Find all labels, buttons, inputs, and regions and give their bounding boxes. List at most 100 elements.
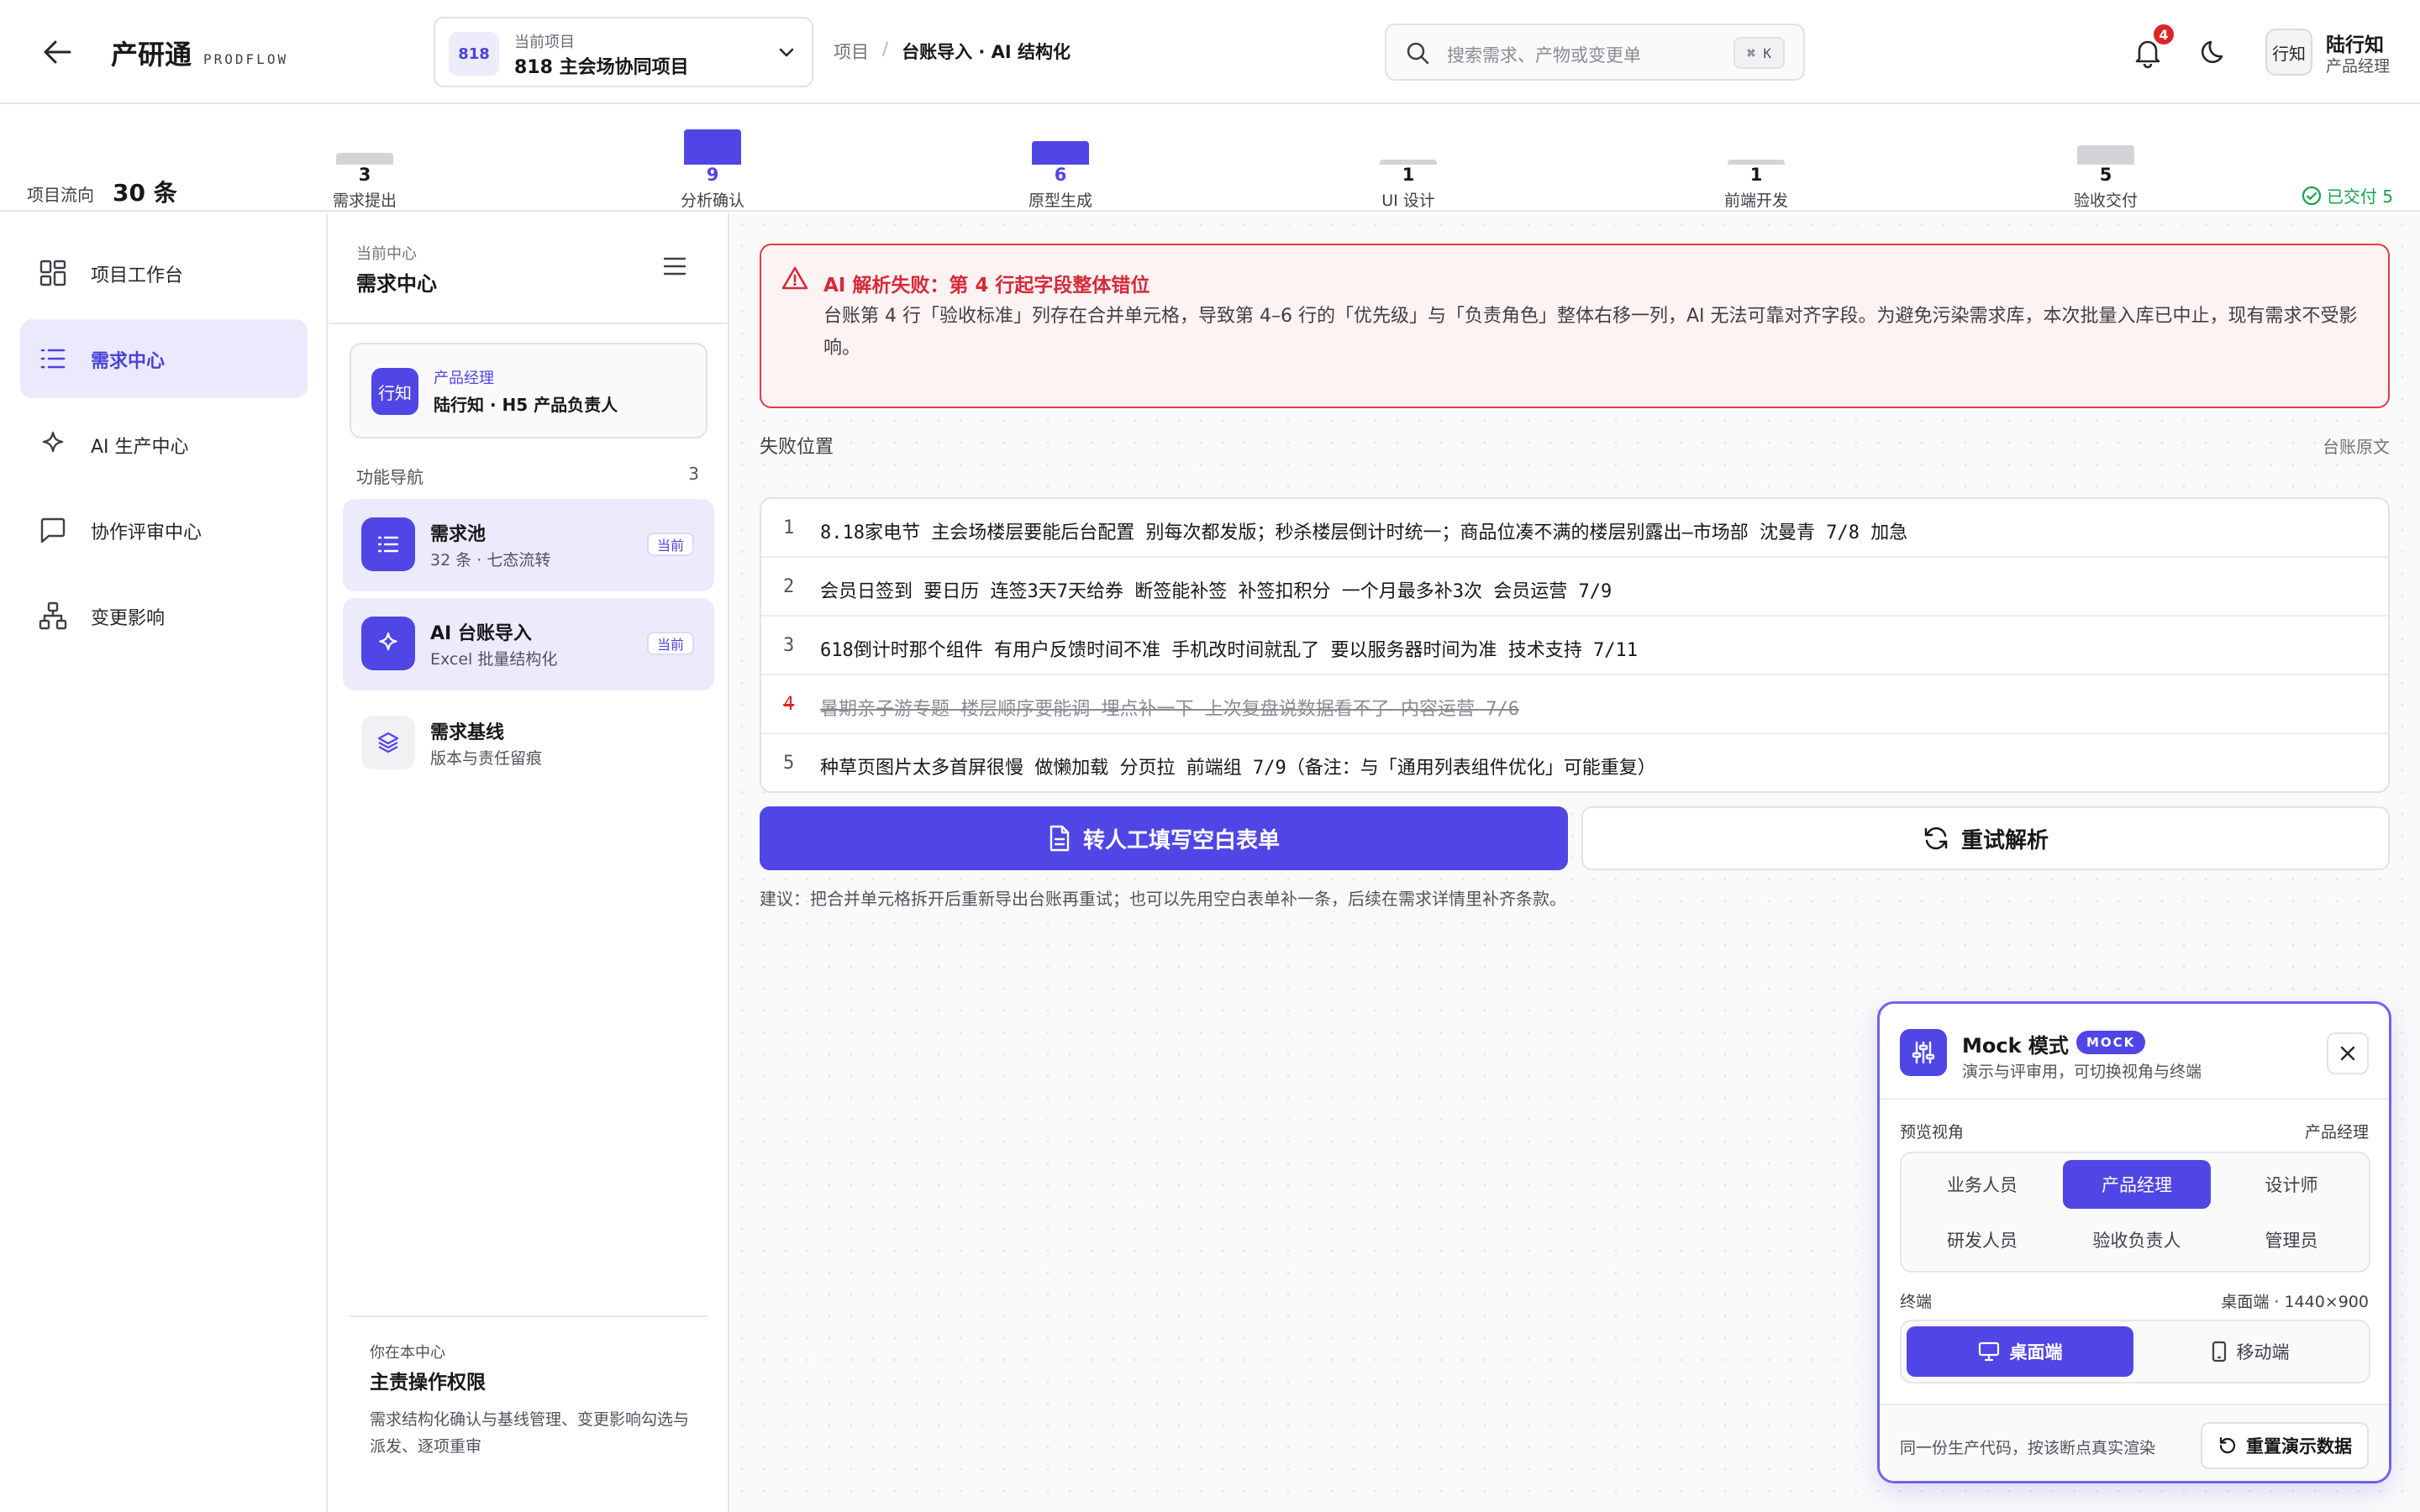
nav-item-change-impact[interactable]: 变更影响	[20, 576, 308, 655]
mock-title: Mock 模式	[1962, 1034, 2069, 1058]
terminal-option-mobile[interactable]: 移动端	[2137, 1326, 2364, 1377]
back-arrow-icon[interactable]	[39, 35, 76, 69]
retry-parse-button[interactable]: 重试解析	[1581, 806, 2390, 870]
flow-stage[interactable]: 1 UI 设计	[1324, 106, 1492, 212]
breadcrumb-separator: /	[882, 39, 889, 59]
terminal-selector: 桌面端 移动端	[1900, 1320, 2370, 1383]
mock-subtitle: 演示与评审用，可切换视角与终端	[1962, 1063, 2202, 1081]
fail-location-label: 失败位置	[760, 437, 834, 458]
manual-fill-label: 转人工填写空白表单	[1082, 827, 1280, 853]
avatar[interactable]: 行知	[2265, 29, 2312, 76]
terminal-option-label: 桌面端	[2009, 1342, 2063, 1362]
nav-item-requirements[interactable]: 需求中心	[20, 319, 308, 398]
flow-stage-label: 需求提出	[332, 192, 397, 210]
sparkle-icon	[361, 617, 415, 670]
row-number: 4	[783, 694, 795, 715]
preview-view-label: 预览视角	[1900, 1123, 1965, 1142]
row-text: 618倒计时那个组件 有用户反馈时间不准 手机改时间就乱了 要以服务器时间为准 …	[820, 640, 1638, 661]
nav-item-review[interactable]: 协作评审中心	[20, 491, 308, 570]
role-selector: 业务人员 产品经理 设计师 研发人员 验收负责人 管理员	[1900, 1152, 2370, 1273]
current-badge: 当前	[646, 533, 694, 556]
moon-icon[interactable]	[2196, 34, 2233, 71]
manual-fill-button[interactable]: 转人工填写空白表单	[760, 806, 1568, 870]
current-center-label: 当前中心	[356, 245, 417, 263]
search-input[interactable]: 搜索需求、产物或变更单	[1447, 42, 1641, 67]
role-option[interactable]: 设计师	[2217, 1160, 2365, 1209]
reset-icon	[2217, 1436, 2238, 1456]
flow-stage[interactable]: 9 分析确认	[629, 106, 797, 212]
hamburger-menu-icon[interactable]	[662, 255, 687, 277]
mock-panel-header: Mock 模式 MOCK 演示与评审用，可切换视角与终端	[1880, 1004, 2389, 1100]
ledger-row: 2 会员日签到 要日历 连签3天7天给券 断签能补签 补签扣积分 一个月最多补3…	[761, 558, 2388, 617]
role-option[interactable]: 研发人员	[1908, 1215, 2056, 1264]
function-item-title: 需求基线	[430, 722, 505, 743]
chevron-down-icon	[776, 42, 797, 62]
function-item-requirement-pool[interactable]: 需求池 32 条 · 七态流转 当前	[343, 499, 714, 591]
close-icon[interactable]	[2327, 1032, 2369, 1074]
row-number: 3	[783, 635, 795, 656]
suggestion-text: 建议：把合并单元格拆开后重新导出台账再重试；也可以先用空白表单补一条，后续在需求…	[760, 889, 1566, 909]
delivered-label: 已交付 5	[2326, 186, 2393, 207]
project-name: 818 主会场协同项目	[514, 57, 689, 78]
brand: 产研通 PRODFLOW	[111, 34, 288, 72]
nav-item-ai-production[interactable]: AI 生产中心	[20, 405, 308, 484]
list-icon	[39, 344, 67, 373]
role-option-selected[interactable]: 产品经理	[2063, 1160, 2211, 1209]
project-selector[interactable]: 818 当前项目 818 主会场协同项目	[434, 17, 813, 87]
function-item-subtitle: Excel 批量结构化	[430, 650, 558, 669]
role-option[interactable]: 验收负责人	[2063, 1215, 2211, 1264]
mock-footer-text: 同一份生产代码，按该断点真实渲染	[1900, 1439, 2156, 1457]
delivered-status: 已交付 5	[2302, 183, 2393, 207]
function-item-baseline[interactable]: 需求基线 版本与责任留痕	[343, 697, 714, 790]
role-option[interactable]: 管理员	[2217, 1215, 2365, 1264]
divider	[329, 323, 728, 324]
row-number: 1	[783, 517, 795, 538]
ledger-rows: 1 8.18家电节 主会场楼层要能后台配置 别每次都发版；秒杀楼层倒计时统一；商…	[760, 497, 2390, 793]
ledger-row: 5 种草页图片太多首屏很慢 做懒加载 分页拉 前端组 7/9（备注：与「通用列表…	[761, 734, 2388, 791]
terminal-label: 终端	[1900, 1293, 1933, 1311]
permission-label: 你在本中心	[370, 1344, 445, 1362]
nav-item-workbench[interactable]: 项目工作台	[20, 234, 308, 312]
flow-stage[interactable]: 1 前端开发	[1672, 106, 1840, 212]
role-card: 行知 产品经理 陆行知 · H5 产品负责人	[350, 343, 708, 438]
function-item-title: AI 台账导入	[430, 623, 532, 644]
flow-stage-label: 验收交付	[2073, 192, 2138, 210]
phone-icon	[2212, 1341, 2227, 1362]
flow-stage-bar	[684, 129, 741, 165]
current-center-title: 需求中心	[356, 272, 437, 296]
permission-description: 需求结构化确认与基线管理、变更影响勾选与派发、逐项重审	[370, 1410, 690, 1456]
user-role: 产品经理	[2326, 57, 2391, 76]
monitor-icon	[1978, 1341, 2000, 1362]
flow-stage-count: 9	[706, 165, 719, 185]
mock-mode-panel: Mock 模式 MOCK 演示与评审用，可切换视角与终端 预览视角 产品经理 业…	[1877, 1001, 2391, 1483]
function-item-ai-import[interactable]: AI 台账导入 Excel 批量结构化 当前	[343, 598, 714, 690]
breadcrumb: 项目 / 台账导入 · AI 结构化	[834, 39, 1071, 64]
flow-stage[interactable]: 3 需求提出	[281, 106, 449, 212]
row-text: 8.18家电节 主会场楼层要能后台配置 别每次都发版；秒杀楼层倒计时统一；商品位…	[820, 522, 1908, 543]
function-item-subtitle: 版本与责任留痕	[430, 749, 543, 768]
sub-nav: 当前中心 需求中心 行知 产品经理 陆行知 · H5 产品负责人 功能导航 3 …	[329, 213, 729, 1512]
function-item-title: 需求池	[430, 524, 487, 545]
reset-demo-data-button[interactable]: 重置演示数据	[2201, 1422, 2369, 1469]
terminal-option-desktop[interactable]: 桌面端	[1907, 1326, 2133, 1377]
search-icon	[1405, 40, 1430, 66]
sparkle-icon	[39, 430, 67, 459]
dashboard-icon	[39, 259, 67, 287]
refresh-icon	[1923, 825, 1949, 852]
raw-ledger-link[interactable]: 台账原文	[2323, 433, 2390, 458]
flow-stage-bar	[336, 153, 393, 165]
row-text: 会员日签到 要日历 连签3天7天给券 断签能补签 补签扣积分 一个月最多补3次 …	[820, 581, 1612, 602]
ledger-row-error: 4 暑期亲子游专题 楼层顺序要能调 埋点补一下 上次复盘说数据看不了 内容运营 …	[761, 675, 2388, 734]
permission-title: 主责操作权限	[370, 1372, 486, 1394]
search-box[interactable]: 搜索需求、产物或变更单 ⌘ K	[1385, 24, 1805, 81]
mock-panel-footer: 同一份生产代码，按该断点真实渲染 重置演示数据	[1880, 1404, 2389, 1481]
divider	[350, 1315, 708, 1317]
role-option[interactable]: 业务人员	[1908, 1160, 2056, 1209]
terminal-value: 桌面端 · 1440×900	[2221, 1293, 2369, 1311]
flow-stage-label: 原型生成	[1028, 192, 1092, 210]
row-number: 2	[783, 576, 795, 597]
breadcrumb-root[interactable]: 项目	[834, 39, 869, 64]
flow-stage[interactable]: 6 原型生成	[976, 106, 1144, 212]
flow-stage[interactable]: 5 验收交付	[2022, 106, 2190, 212]
terminal-option-label: 移动端	[2236, 1342, 2290, 1362]
